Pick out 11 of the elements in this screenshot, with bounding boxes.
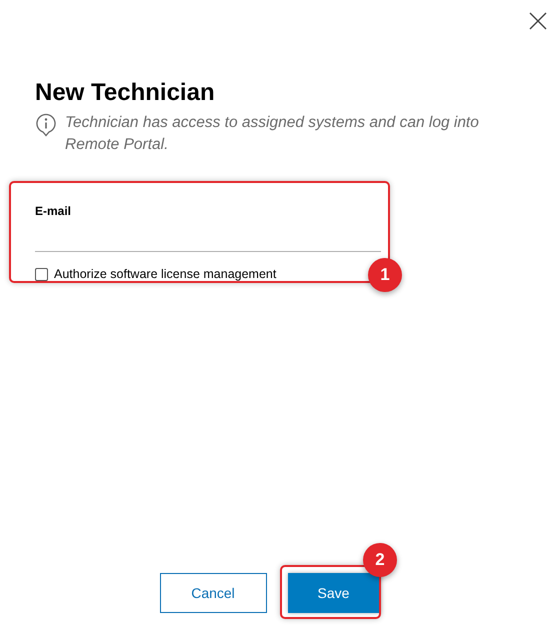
- info-text: Technician has access to assigned systems and can log into Remote Portal.: [65, 113, 480, 155]
- dialog-title: New Technician: [35, 78, 216, 108]
- email-label: E-mail: [35, 203, 72, 220]
- step-number-badge: 1: [368, 258, 402, 292]
- checkbox-label: Authorize software license management: [54, 266, 276, 283]
- save-button[interactable]: Save: [288, 573, 380, 613]
- close-icon[interactable]: [529, 12, 547, 30]
- checkbox[interactable]: [35, 268, 48, 281]
- info-icon: [35, 113, 57, 137]
- step-number-badge: 2: [363, 543, 397, 577]
- cancel-button[interactable]: Cancel: [160, 573, 266, 613]
